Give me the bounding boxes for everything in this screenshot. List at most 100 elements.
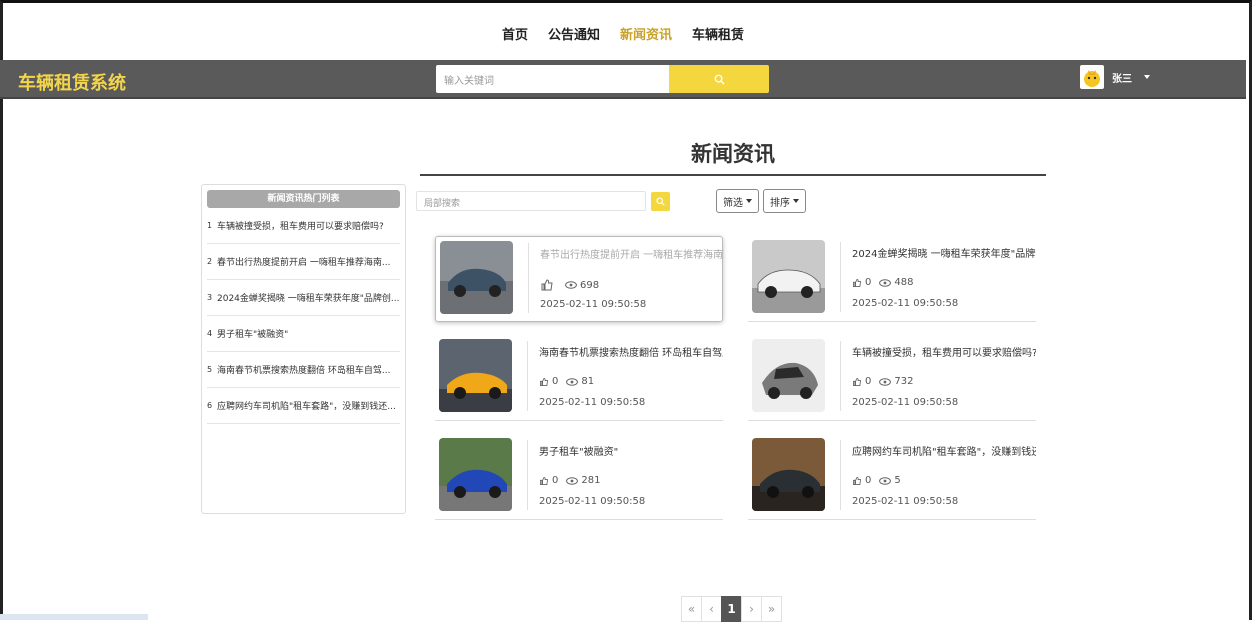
news-date: 2025-02-11 09:50:58: [540, 299, 647, 310]
news-stats: 698: [540, 278, 599, 292]
news-card[interactable]: 男子租车"被融资" 0 281 2025-02-11 09:50:58: [435, 434, 723, 520]
thumbs-up-icon[interactable]: [539, 377, 549, 387]
list-item-number: 2: [207, 257, 213, 266]
news-date: 2025-02-11 09:50:58: [852, 397, 959, 408]
search-input[interactable]: 输入关键词: [436, 65, 669, 93]
pagination: « ‹ 1 › »: [681, 596, 782, 622]
news-card[interactable]: 应聘网约车司机陷"租车套路"，没赚到钱还倒 0 5 2025-02-11 09:…: [748, 434, 1036, 520]
page-last-button[interactable]: »: [761, 596, 782, 622]
list-item[interactable]: 3 2024金蝉奖揭晓 一嗨租车荣获年度"品牌创...: [207, 280, 400, 316]
news-date: 2025-02-11 09:50:58: [539, 496, 646, 507]
news-stats: 0 5: [852, 475, 901, 486]
list-item-text: 春节出行热度提前开启 一嗨租车推荐海南...: [217, 258, 391, 268]
news-date: 2025-02-11 09:50:58: [852, 496, 959, 507]
divider: [527, 341, 528, 411]
like-count: 0: [865, 277, 872, 288]
search-icon: [714, 74, 725, 85]
view-count: 698: [580, 279, 600, 291]
divider: [527, 440, 528, 510]
filter-dropdown[interactable]: 筛选: [716, 189, 759, 213]
search-icon: [656, 197, 665, 206]
news-thumbnail: [439, 438, 512, 511]
eye-icon: [566, 476, 579, 485]
sort-label: 排序: [770, 197, 790, 209]
list-item[interactable]: 1 车辆被撞受损，租车费用可以要求赔偿吗?: [207, 208, 400, 244]
divider: [840, 341, 841, 411]
divider: [840, 242, 841, 312]
thumbs-up-icon[interactable]: [539, 476, 549, 486]
list-item-text: 2024金蝉奖揭晓 一嗨租车荣获年度"品牌创...: [217, 294, 400, 304]
news-title[interactable]: 海南春节机票搜索热度翻倍 环岛租车自驾成: [539, 344, 723, 359]
list-item-number: 1: [207, 221, 213, 230]
news-card[interactable]: 车辆被撞受损，租车费用可以要求赔偿吗? 0 732 2025-02-11 09:…: [748, 335, 1036, 421]
nav-rental[interactable]: 车辆租赁: [692, 24, 744, 43]
news-title[interactable]: 春节出行热度提前开启 一嗨租车推荐海南环岛: [540, 246, 724, 261]
like-count: 0: [552, 376, 559, 387]
page-title: 新闻资讯: [420, 138, 1046, 176]
search-button[interactable]: [669, 65, 769, 93]
view-count: 281: [581, 475, 601, 486]
list-item[interactable]: 4 男子租车"被融资": [207, 316, 400, 352]
list-item-text: 车辆被撞受损，租车费用可以要求赔偿吗?: [217, 222, 384, 232]
user-menu[interactable]: 张三: [1080, 65, 1150, 89]
view-count: 488: [894, 277, 914, 288]
thumbs-up-icon[interactable]: [852, 278, 862, 288]
divider: [840, 440, 841, 510]
list-item[interactable]: 2 春节出行热度提前开启 一嗨租车推荐海南...: [207, 244, 400, 280]
view-count: 5: [894, 475, 901, 486]
page-current[interactable]: 1: [721, 596, 742, 622]
news-stats: 0 732: [852, 376, 913, 387]
sort-dropdown[interactable]: 排序: [763, 189, 806, 213]
divider: [528, 243, 529, 313]
news-title[interactable]: 2024金蝉奖揭晓 一嗨租车荣获年度"品牌创新奖": [852, 245, 1036, 260]
browser-status-bar: [0, 614, 148, 620]
sidebar-title: 新闻资讯热门列表: [207, 190, 400, 208]
thumbs-up-icon[interactable]: [540, 278, 554, 292]
brand-title: 车辆租赁系统: [18, 73, 126, 94]
news-thumbnail: [752, 438, 825, 511]
thumbs-up-icon[interactable]: [852, 476, 862, 486]
local-search-button[interactable]: [651, 192, 670, 211]
thumbs-up-icon[interactable]: [852, 377, 862, 387]
eye-icon: [879, 476, 892, 485]
news-card[interactable]: 2024金蝉奖揭晓 一嗨租车荣获年度"品牌创新奖" 0 488 2025-02-…: [748, 236, 1036, 322]
header-bar: 车辆租赁系统 输入关键词 张三: [0, 60, 1246, 99]
news-thumbnail: [752, 339, 825, 412]
like-count: 0: [865, 376, 872, 387]
news-title[interactable]: 男子租车"被融资": [539, 443, 723, 458]
filter-label: 筛选: [723, 197, 743, 209]
chevron-down-icon: [793, 199, 799, 203]
list-item[interactable]: 5 海南春节机票搜索热度翻倍 环岛租车自驾...: [207, 352, 400, 388]
nav-news[interactable]: 新闻资讯: [620, 24, 672, 43]
list-item-number: 4: [207, 329, 213, 338]
view-count: 732: [894, 376, 914, 387]
page-next-button[interactable]: ›: [741, 596, 762, 622]
news-title[interactable]: 车辆被撞受损，租车费用可以要求赔偿吗?: [852, 344, 1036, 359]
local-search-input[interactable]: 局部搜索: [416, 191, 646, 211]
list-item-number: 6: [207, 401, 213, 410]
list-item-number: 3: [207, 293, 213, 302]
nav-notice[interactable]: 公告通知: [548, 24, 600, 43]
eye-icon: [879, 278, 892, 287]
top-nav: 首页 公告通知 新闻资讯 车辆租赁: [0, 0, 1246, 60]
eye-icon: [566, 377, 579, 386]
chevron-down-icon: [1144, 75, 1150, 79]
news-card[interactable]: 海南春节机票搜索热度翻倍 环岛租车自驾成 0 81 2025-02-11 09:…: [435, 335, 723, 421]
avatar-icon: [1084, 70, 1100, 87]
nav-home[interactable]: 首页: [502, 24, 528, 43]
news-date: 2025-02-11 09:50:58: [539, 397, 646, 408]
list-item[interactable]: 6 应聘网约车司机陷"租车套路"，没赚到钱还...: [207, 388, 400, 424]
eye-icon: [565, 281, 577, 289]
eye-icon: [879, 377, 892, 386]
news-title[interactable]: 应聘网约车司机陷"租车套路"，没赚到钱还倒: [852, 443, 1036, 458]
user-name: 张三: [1112, 73, 1132, 85]
list-item-text: 应聘网约车司机陷"租车套路"，没赚到钱还...: [217, 402, 396, 412]
page-first-button[interactable]: «: [681, 596, 702, 622]
list-item-number: 5: [207, 365, 213, 374]
news-card[interactable]: 春节出行热度提前开启 一嗨租车推荐海南环岛 698 2025-02-11 09:…: [435, 236, 724, 322]
chevron-down-icon: [746, 199, 752, 203]
view-count: 81: [581, 376, 595, 387]
news-stats: 0 488: [852, 277, 913, 288]
page-prev-button[interactable]: ‹: [701, 596, 722, 622]
news-date: 2025-02-11 09:50:58: [852, 298, 959, 309]
